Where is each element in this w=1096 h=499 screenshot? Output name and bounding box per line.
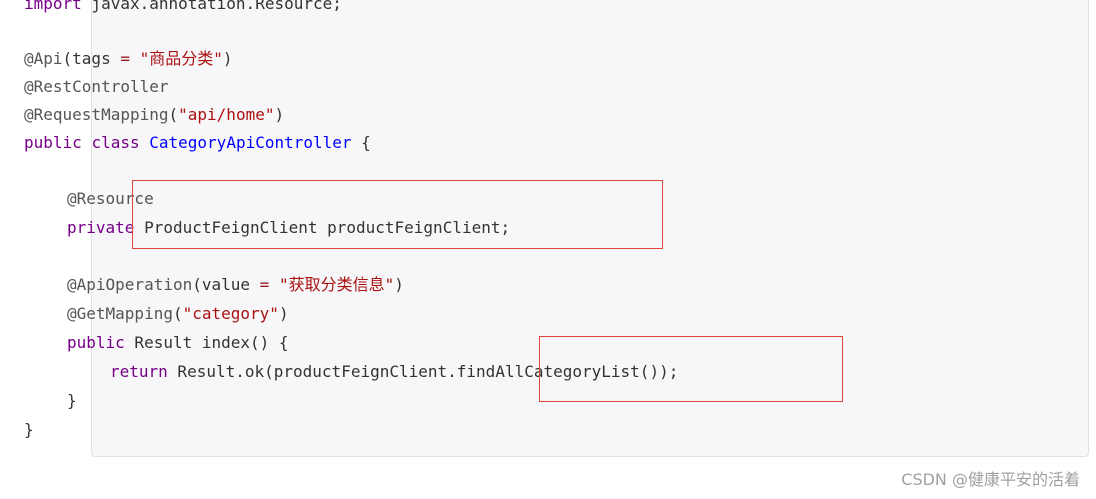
code-line-method-declaration: public Result index() {: [67, 332, 289, 354]
annotation-api: @Api: [24, 49, 63, 68]
string-tags: "商品分类": [139, 49, 223, 68]
keyword-public: public: [24, 133, 82, 152]
annotation-restcontroller: @RestController: [24, 77, 169, 96]
requestmapping-open: (: [168, 105, 179, 124]
keyword-public: public: [67, 333, 125, 352]
annotation-getmapping: @GetMapping: [67, 304, 173, 323]
method-signature: Result index() {: [124, 333, 289, 352]
class-close-brace: }: [24, 420, 34, 439]
code-line-requestmapping: @RequestMapping("api/home"): [24, 104, 284, 126]
requestmapping-close: ): [274, 105, 285, 124]
keyword-class: class: [91, 133, 140, 152]
api-args-open: (tags: [62, 49, 121, 68]
string-value: "获取分类信息": [278, 275, 395, 294]
keyword-private: private: [67, 218, 135, 237]
getmapping-open: (: [172, 304, 183, 323]
class-open-brace: {: [351, 133, 371, 152]
apioperation-close: ): [394, 275, 404, 294]
operator-equals: =: [120, 49, 130, 68]
code-line-class-close: }: [24, 419, 34, 441]
code-line-import: import javax.annotation.Resource;: [24, 0, 342, 15]
code-line-apioperation: @ApiOperation(value = "获取分类信息"): [67, 274, 404, 296]
annotation-apioperation: @ApiOperation: [67, 275, 193, 294]
method-close-brace: }: [67, 391, 77, 410]
code-line-class-declaration: public class CategoryApiController {: [24, 132, 371, 154]
api-args-close: ): [222, 49, 233, 68]
getmapping-close: ): [278, 304, 289, 323]
annotation-requestmapping: @RequestMapping: [24, 105, 169, 124]
keyword-return: return: [110, 362, 168, 381]
csdn-watermark: CSDN @健康平安的活着: [901, 470, 1080, 489]
code-line-restcontroller: @RestController: [24, 76, 169, 98]
keyword-import: import: [24, 0, 82, 13]
code-line-api-annotation: @Api(tags = "商品分类"): [24, 48, 233, 70]
import-path: javax.annotation.Resource;: [81, 0, 342, 13]
highlight-box-resource-field: [132, 180, 663, 249]
string-category: "category": [182, 304, 279, 323]
operator-equals: =: [259, 275, 270, 294]
highlight-box-find-all-call: [539, 336, 843, 402]
code-line-getmapping: @GetMapping("category"): [67, 303, 289, 325]
string-api-home: "api/home": [178, 105, 275, 124]
code-line-method-close: }: [67, 390, 77, 412]
apioperation-open: (value: [192, 275, 260, 294]
class-name: CategoryApiController: [149, 133, 352, 152]
